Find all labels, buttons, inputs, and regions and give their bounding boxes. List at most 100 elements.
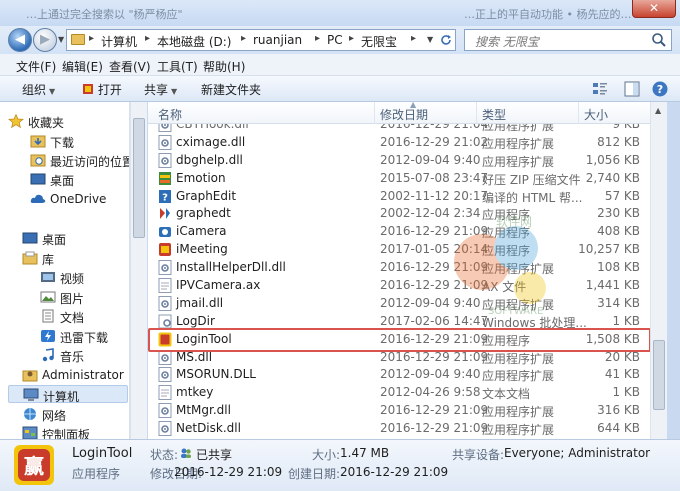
scrollbar-thumb[interactable]	[133, 118, 145, 238]
breadcrumb-separator-icon[interactable]: ▸	[349, 33, 354, 44]
table-row[interactable]: InstallHelperDll.dll 2016-12-29 21:09 应用程序…	[148, 259, 650, 277]
breadcrumb-computer[interactable]: 计算机	[101, 33, 137, 50]
table-row[interactable]: iMeeting 2017-01-05 20:14 应用程序 10,257 KB	[148, 241, 650, 259]
file-type: 好压 ZIP 压缩文件	[482, 172, 581, 187]
file-list-scrollbar[interactable]: ▲	[650, 102, 667, 439]
refresh-icon[interactable]	[439, 33, 453, 47]
file-date: 2016-12-29 21:09	[380, 403, 489, 418]
table-row[interactable]: dbghelp.dll 2012-09-04 9:40 应用程序扩展 1,056 KB	[148, 152, 650, 170]
table-row[interactable]: jmail.dll 2012-09-04 9:40 应用程序扩展 314 KB	[148, 295, 650, 313]
column-divider[interactable]	[578, 102, 579, 124]
column-divider[interactable]	[476, 102, 477, 124]
open-button[interactable]: 打开	[82, 81, 122, 98]
file-type: 应用程序扩展	[482, 351, 555, 366]
table-row[interactable]: LoginTool 2016-12-29 21:09 应用程序 1,508 KB	[148, 331, 650, 349]
command-bar: 组织 ▼ 打开 共享 ▼ 新建文件夹 ?	[0, 76, 680, 102]
star-icon	[8, 114, 24, 128]
file-date: 2016-12-29 21:09	[380, 331, 489, 346]
file-type: 文本文档	[482, 387, 531, 402]
menu-file[interactable]: 文件(F)	[16, 58, 56, 75]
menu-tools[interactable]: 工具(T)	[157, 58, 198, 75]
breadcrumb-separator-icon[interactable]: ▸	[145, 33, 150, 44]
file-date: 2016-12-29 21:09	[380, 349, 489, 364]
recent-pages-dropdown-icon[interactable]: ▼	[58, 35, 64, 44]
table-row[interactable]: cximage.dll 2016-12-29 21:02 应用程序扩展 812 KB	[148, 134, 650, 152]
address-dropdown-icon[interactable]: ▼	[427, 35, 433, 44]
breadcrumb-separator-icon[interactable]: ▸	[411, 33, 416, 44]
column-type[interactable]: 类型	[482, 106, 506, 123]
column-name[interactable]: 名称	[158, 106, 182, 123]
view-options-icon[interactable]	[590, 79, 610, 99]
preview-pane-icon[interactable]	[622, 79, 642, 99]
table-row[interactable]: NetDisk.dll 2016-12-29 21:09 应用程序扩展 644 KB	[148, 420, 650, 438]
table-row[interactable]: MSORUN.DLL 2012-09-04 9:40 应用程序扩展 41 KB	[148, 366, 650, 384]
file-type: 应用程序扩展	[482, 297, 555, 312]
computer-icon	[23, 388, 39, 401]
table-row[interactable]: mtkey 2012-04-26 9:58 文本文档 1 KB	[148, 384, 650, 402]
file-size: 316 KB	[597, 403, 640, 418]
details-size-label: 大小:	[312, 448, 341, 462]
table-row[interactable]: IPVCamera.ax 2016-12-29 21:09 AX 文件 1,441 K…	[148, 277, 650, 295]
table-row[interactable]: MtMgr.dll 2016-12-29 21:09 应用程序扩展 316 KB	[148, 402, 650, 420]
column-header: ▲ 名称 修改日期 类型 大小	[148, 102, 650, 124]
navigation-scrollbar[interactable]	[130, 102, 147, 439]
column-divider[interactable]	[374, 102, 375, 124]
file-size: 108 KB	[597, 260, 640, 275]
file-size: 1,056 KB	[585, 152, 640, 167]
sidebar-label: 计算机	[43, 390, 80, 404]
details-state-value: 已共享	[196, 448, 233, 462]
breadcrumb-ruanjian[interactable]: ruanjian	[253, 33, 302, 47]
sidebar-label: 文档	[60, 311, 85, 325]
breadcrumb-wuxianbao[interactable]: 无限宝	[361, 33, 397, 50]
forward-button[interactable]: ▶	[33, 28, 57, 52]
back-button[interactable]: ◀	[8, 28, 32, 52]
menu-view[interactable]: 查看(V)	[109, 58, 151, 75]
breadcrumb-separator-icon[interactable]: ▸	[89, 33, 94, 44]
menu-help[interactable]: 帮助(H)	[203, 58, 245, 75]
search-box[interactable]: 搜索 无限宝	[464, 29, 672, 51]
table-row[interactable]: MS.dll 2016-12-29 21:09 应用程序扩展 20 KB	[148, 349, 650, 367]
file-date: 2016-12-29 21:09	[380, 278, 489, 293]
share-button[interactable]: 共享 ▼	[144, 81, 177, 98]
breadcrumb-separator-icon[interactable]: ▸	[241, 33, 246, 44]
sidebar-label: 桌面	[42, 233, 67, 247]
svg-text:?: ?	[162, 192, 168, 203]
logintool-logo-icon: 赢	[18, 449, 50, 481]
column-date[interactable]: 修改日期	[380, 106, 428, 123]
breadcrumb-pc[interactable]: PC	[327, 33, 343, 47]
library-icon	[22, 251, 38, 265]
table-row[interactable]: LogDir 2017-02-06 14:47 Windows 批处理... 1 KB	[148, 313, 650, 331]
organize-button[interactable]: 组织 ▼	[22, 81, 55, 98]
title-bar: …上通过完全搜索以 "杨严杨应" …正上的平自动功能 • 杨先应的… ✕	[0, 0, 680, 26]
picture-icon	[40, 291, 56, 303]
column-size[interactable]: 大小	[584, 106, 608, 123]
table-row[interactable]: ? GraphEdit 2002-11-12 20:17 编译的 HTML 帮... 5…	[148, 188, 650, 206]
recent-places-icon	[30, 154, 46, 167]
file-name: LogDir	[176, 313, 215, 328]
menu-edit[interactable]: 编辑(E)	[62, 58, 103, 75]
search-icon[interactable]	[651, 32, 667, 48]
scroll-up-icon[interactable]: ▲	[655, 106, 661, 115]
table-row[interactable]: graphedt 2002-12-04 2:34 应用程序 230 KB	[148, 205, 650, 223]
breadcrumb-separator-icon[interactable]: ▸	[315, 33, 320, 44]
logintool-app-icon: 赢	[14, 445, 54, 485]
new-folder-button[interactable]: 新建文件夹	[201, 81, 261, 98]
table-row[interactable]: iCamera 2016-12-29 21:09 应用程序 408 KB	[148, 223, 650, 241]
downloads-folder-icon	[30, 135, 46, 148]
breadcrumb-drive-d[interactable]: 本地磁盘 (D:)	[157, 33, 231, 50]
details-created-value: 2016-12-29 21:09	[340, 465, 449, 479]
address-bar[interactable]: ▸ 计算机 ▸ 本地磁盘 (D:) ▸ ruanjian ▸ PC ▸ 无限宝 …	[66, 29, 456, 51]
close-button[interactable]: ✕	[632, 0, 676, 18]
scrollbar-thumb[interactable]	[653, 340, 665, 410]
search-input[interactable]: 搜索 无限宝	[475, 33, 539, 50]
file-date: 2012-09-04 9:40	[380, 295, 481, 310]
sidebar-label: Administrator	[42, 368, 124, 382]
table-row[interactable]: Emotion 2015-07-08 23:47 好压 ZIP 压缩文件 2,740 …	[148, 170, 650, 188]
sidebar-item-computer[interactable]: 计算机	[8, 385, 128, 404]
file-date: 2017-02-06 14:47	[380, 313, 489, 328]
sidebar-label: 库	[42, 253, 55, 267]
help-icon[interactable]: ?	[650, 79, 670, 99]
document-icon	[42, 309, 54, 323]
file-size: 57 KB	[604, 188, 640, 203]
cloud-icon	[30, 194, 46, 203]
